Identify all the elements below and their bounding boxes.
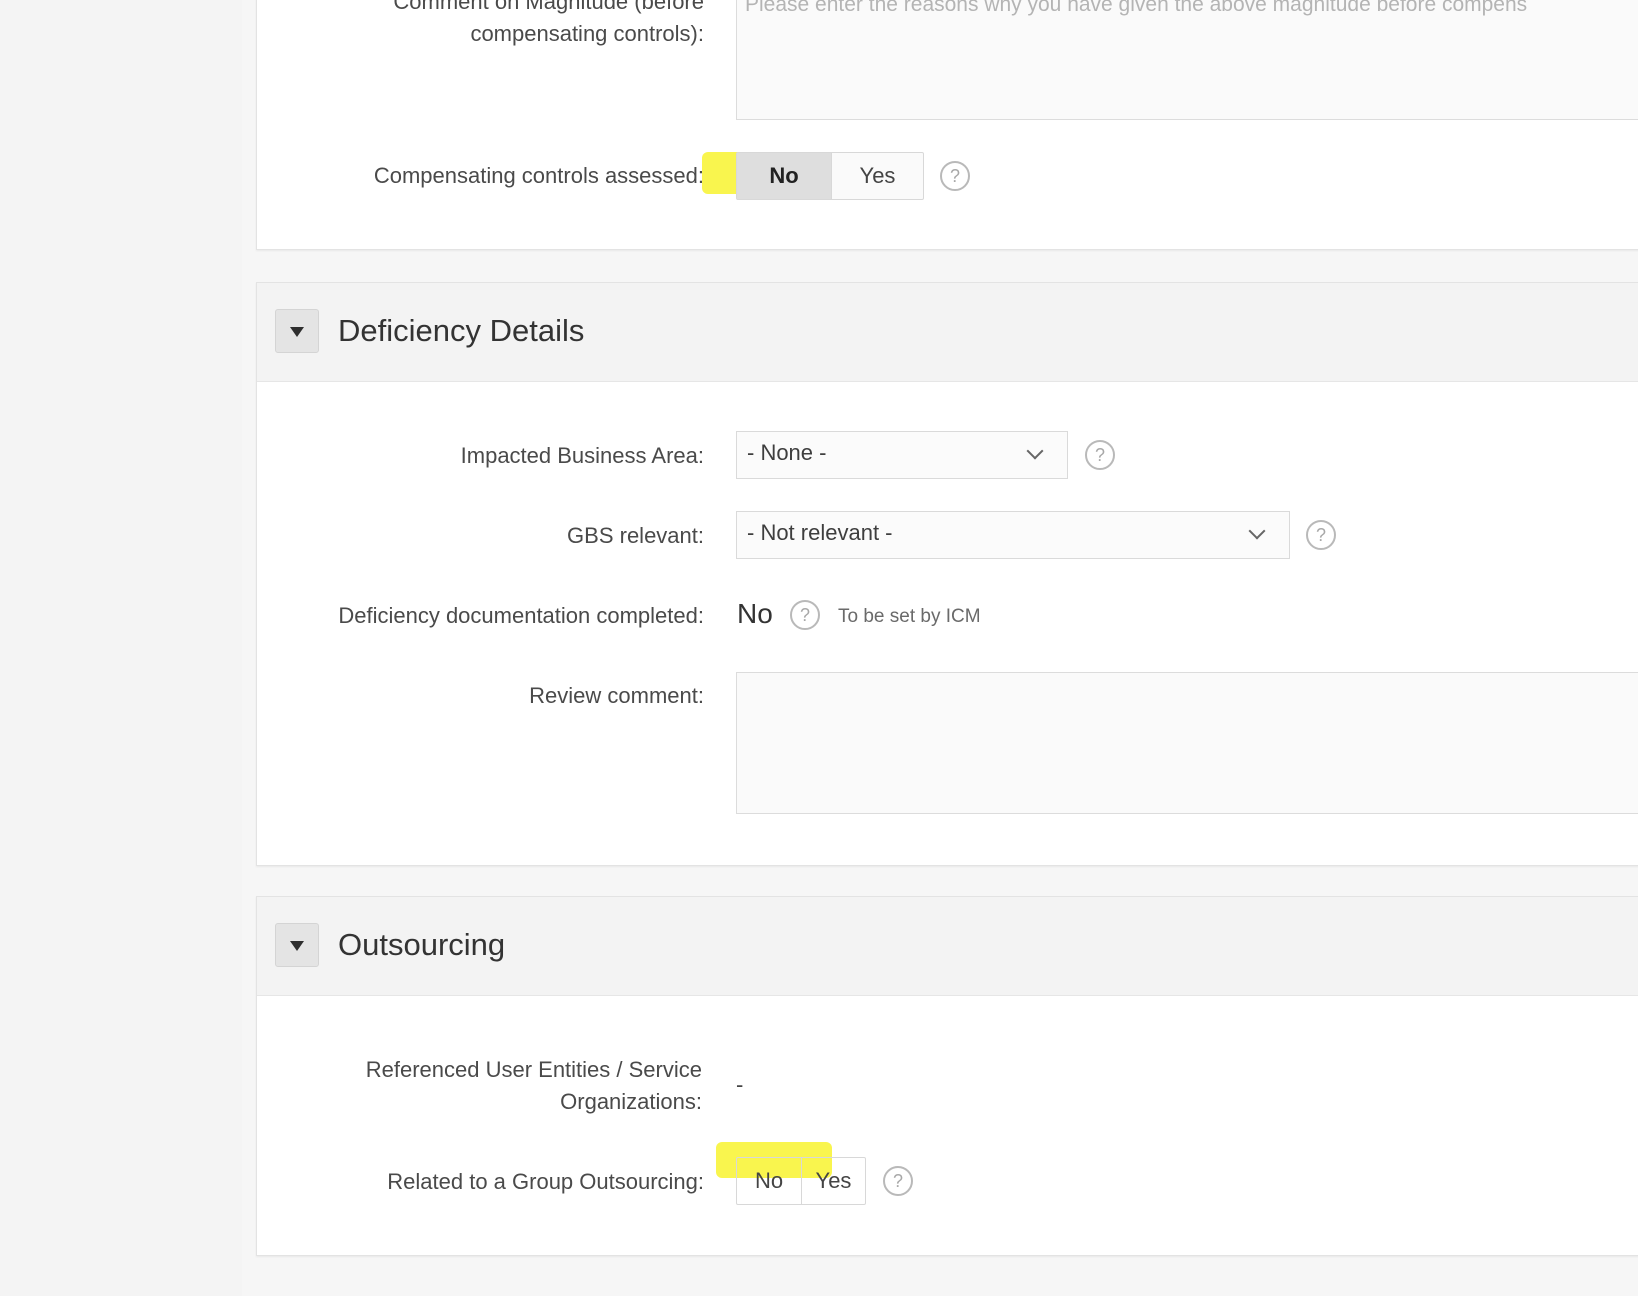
gbs-relevant-label: GBS relevant: [567,523,704,548]
help-circle-icon[interactable]: ? [883,1166,913,1196]
comment-magnitude-placeholder: Please enter the reasons why you have gi… [745,0,1528,16]
referenced-entities-label-line2: Organizations: [560,1089,702,1114]
left-gutter [0,0,242,1296]
impacted-business-area-label: Impacted Business Area: [460,443,704,468]
chevron-down-icon [1026,442,1044,460]
chevron-down-icon [1248,522,1266,540]
outsourcing-collapse-button[interactable] [275,923,319,967]
deficiency-doc-note: To be set by ICM [838,606,981,627]
impacted-business-area-value: - None - [747,440,827,465]
deficiency-collapse-button[interactable] [275,309,319,353]
group-outsourcing-toggle[interactable]: No Yes [736,1157,866,1205]
referenced-entities-value: - [736,1072,744,1097]
deficiency-doc-completed-value: No [737,598,773,629]
deficiency-details-title: Deficiency Details [338,313,585,348]
compensating-yes-option[interactable]: Yes [831,153,923,199]
help-circle-icon[interactable]: ? [790,600,820,630]
deficiency-details-header: Deficiency Details [257,283,1638,382]
group-outsourcing-yes-option[interactable]: Yes [801,1158,865,1204]
referenced-entities-label-line1: Referenced User Entities / Service [365,1057,702,1082]
help-circle-icon[interactable]: ? [940,161,970,191]
outsourcing-title: Outsourcing [338,927,506,962]
outsourcing-header: Outsourcing [257,897,1638,996]
review-comment-label: Review comment: [529,683,704,708]
comment-magnitude-label-line2: compensating controls): [470,21,704,46]
review-comment-textarea[interactable] [736,672,1638,814]
compensating-no-option[interactable]: No [737,153,831,199]
compensating-controls-label: Compensating controls assessed: [373,163,704,188]
group-outsourcing-label: Related to a Group Outsourcing: [387,1169,704,1194]
gbs-relevant-value: - Not relevant - [747,520,893,545]
caret-down-icon [290,327,304,337]
group-outsourcing-no-option[interactable]: No [737,1158,801,1204]
impacted-business-area-select[interactable]: - None - [736,431,1068,479]
deficiency-doc-completed-label: Deficiency documentation completed: [338,603,704,628]
comment-magnitude-textarea[interactable]: Please enter the reasons why you have gi… [736,0,1638,120]
compensating-controls-toggle[interactable]: No Yes [736,152,924,200]
help-circle-icon[interactable]: ? [1085,440,1115,470]
caret-down-icon [290,941,304,951]
comment-magnitude-label-line1: Comment on Magnitude (before [393,0,704,14]
gbs-relevant-select[interactable]: - Not relevant - [736,511,1290,559]
help-circle-icon[interactable]: ? [1306,520,1336,550]
